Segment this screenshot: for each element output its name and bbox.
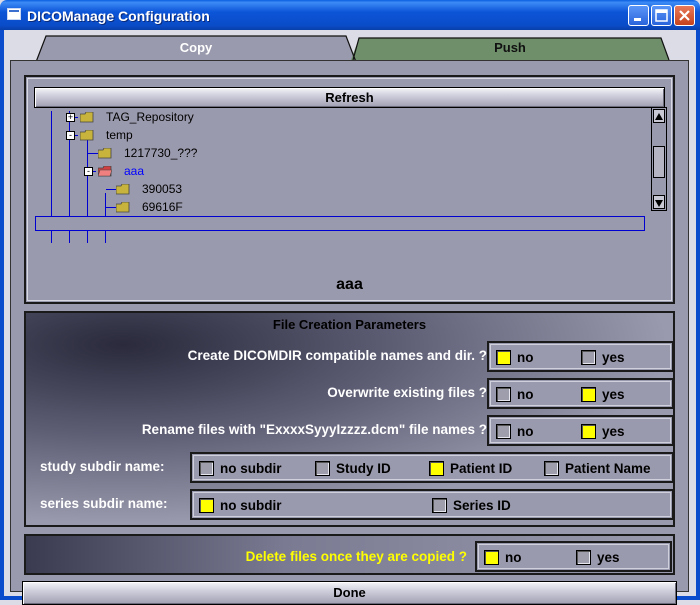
checkbox-box [576, 550, 591, 565]
checkbox-box [484, 550, 499, 565]
checkbox-box [496, 387, 511, 402]
tree-line [106, 207, 116, 208]
option-label: Patient Name [565, 461, 651, 476]
folder-browser-group: Refresh + TAG_Repository - temp 1217730_… [24, 75, 675, 304]
tree-label: 390053 [142, 182, 183, 196]
folder-icon [80, 112, 94, 123]
checkbox-box [199, 461, 214, 476]
rename-option-group: no yes [487, 415, 673, 446]
app-icon [7, 8, 21, 20]
scroll-up-button[interactable] [653, 109, 665, 123]
tree-label: aaa [124, 164, 145, 178]
done-button[interactable]: Done [22, 581, 677, 605]
study-subdir-option-group: no subdir Study ID Patient ID Patient Na… [190, 452, 673, 483]
option-label: no [517, 387, 534, 402]
arrow-down-icon [655, 200, 663, 207]
tree-vertical-scrollbar[interactable] [651, 107, 667, 211]
refresh-button[interactable]: Refresh [34, 87, 665, 108]
checkbox-box [429, 461, 444, 476]
checkbox-box [581, 387, 596, 402]
folder-icon [98, 148, 112, 159]
series-subdir-option-group: no subdir Series ID [190, 489, 673, 520]
overwrite-label: Overwrite existing files ? [327, 385, 487, 400]
delete-files-group: Delete files once they are copied ? no y… [24, 534, 675, 575]
minimize-button[interactable] [628, 5, 649, 26]
tree-expander[interactable]: + [66, 113, 75, 122]
option-label: no [517, 350, 534, 365]
close-button[interactable] [674, 5, 695, 26]
maximize-button[interactable] [651, 5, 672, 26]
checkbox-box [496, 424, 511, 439]
option-label: no subdir [220, 498, 282, 513]
rename-label: Rename files with "ExxxxSyyyIzzzz.dcm" f… [141, 422, 487, 437]
option-label: Study ID [336, 461, 391, 476]
option-label: Patient ID [450, 461, 513, 476]
scroll-down-button[interactable] [653, 195, 665, 209]
tree-label: 1217730_??? [124, 146, 198, 160]
close-icon [679, 10, 690, 21]
delete-files-label: Delete files once they are copied ? [245, 549, 467, 564]
tree-horizontal-scrollbar[interactable] [35, 216, 645, 231]
copy-tab-panel: Refresh + TAG_Repository - temp 1217730_… [10, 60, 689, 605]
refresh-label: Refresh [325, 90, 374, 105]
done-label: Done [333, 585, 366, 600]
overwrite-option-group: no yes [487, 378, 673, 409]
tree-label: temp [106, 128, 133, 142]
checkbox-box [544, 461, 559, 476]
tab-push[interactable]: Push [351, 38, 669, 60]
option-label: yes [602, 424, 625, 439]
tree-line [106, 189, 116, 190]
option-label: no subdir [220, 461, 282, 476]
window-client: Copy Push Refresh + TAG_Repository - tem… [4, 30, 696, 605]
folder-icon [80, 130, 94, 141]
file-creation-parameters-group: File Creation Parameters Create DICOMDIR… [24, 311, 675, 527]
series-subdir-label: series subdir name: [40, 496, 168, 511]
option-label: no [505, 550, 522, 565]
window-frame: Copy Push Refresh + TAG_Repository - tem… [0, 30, 700, 605]
tab-copy[interactable]: Copy [36, 36, 356, 62]
option-label: yes [602, 350, 625, 365]
title-bar: DICOManage Configuration [0, 0, 700, 30]
checkbox-box [581, 424, 596, 439]
checkbox-box [581, 350, 596, 365]
arrow-up-icon [655, 113, 663, 120]
option-label: no [517, 424, 534, 439]
checkbox-box [432, 498, 447, 513]
dicomdir-label: Create DICOMDIR compatible names and dir… [187, 348, 487, 363]
checkbox-box [315, 461, 330, 476]
tree-expander[interactable]: - [66, 131, 75, 140]
tree-expander[interactable]: - [84, 167, 93, 176]
params-title: File Creation Parameters [272, 317, 427, 332]
checkbox-box [496, 350, 511, 365]
minimize-icon [634, 18, 641, 21]
tab-copy-label: Copy [179, 40, 213, 55]
folder-icon [116, 184, 130, 195]
tree-line [88, 153, 98, 154]
open-folder-icon [98, 166, 112, 177]
maximize-icon [655, 9, 668, 22]
scroll-thumb[interactable] [653, 146, 665, 178]
option-label: Series ID [453, 498, 511, 513]
folder-icon [116, 202, 130, 213]
dicomdir-option-group: no yes [487, 341, 673, 372]
option-label: yes [597, 550, 620, 565]
delete-option-group: no yes [475, 541, 672, 572]
selected-folder-name: aaa [336, 276, 363, 293]
option-label: yes [602, 387, 625, 402]
tree-label: 69616F [142, 200, 183, 214]
checkbox-box [199, 498, 214, 513]
study-subdir-label: study subdir name: [40, 459, 165, 474]
window-title: DICOManage Configuration [27, 8, 210, 24]
tab-push-label: Push [494, 40, 526, 55]
tree-label: TAG_Repository [106, 110, 194, 124]
